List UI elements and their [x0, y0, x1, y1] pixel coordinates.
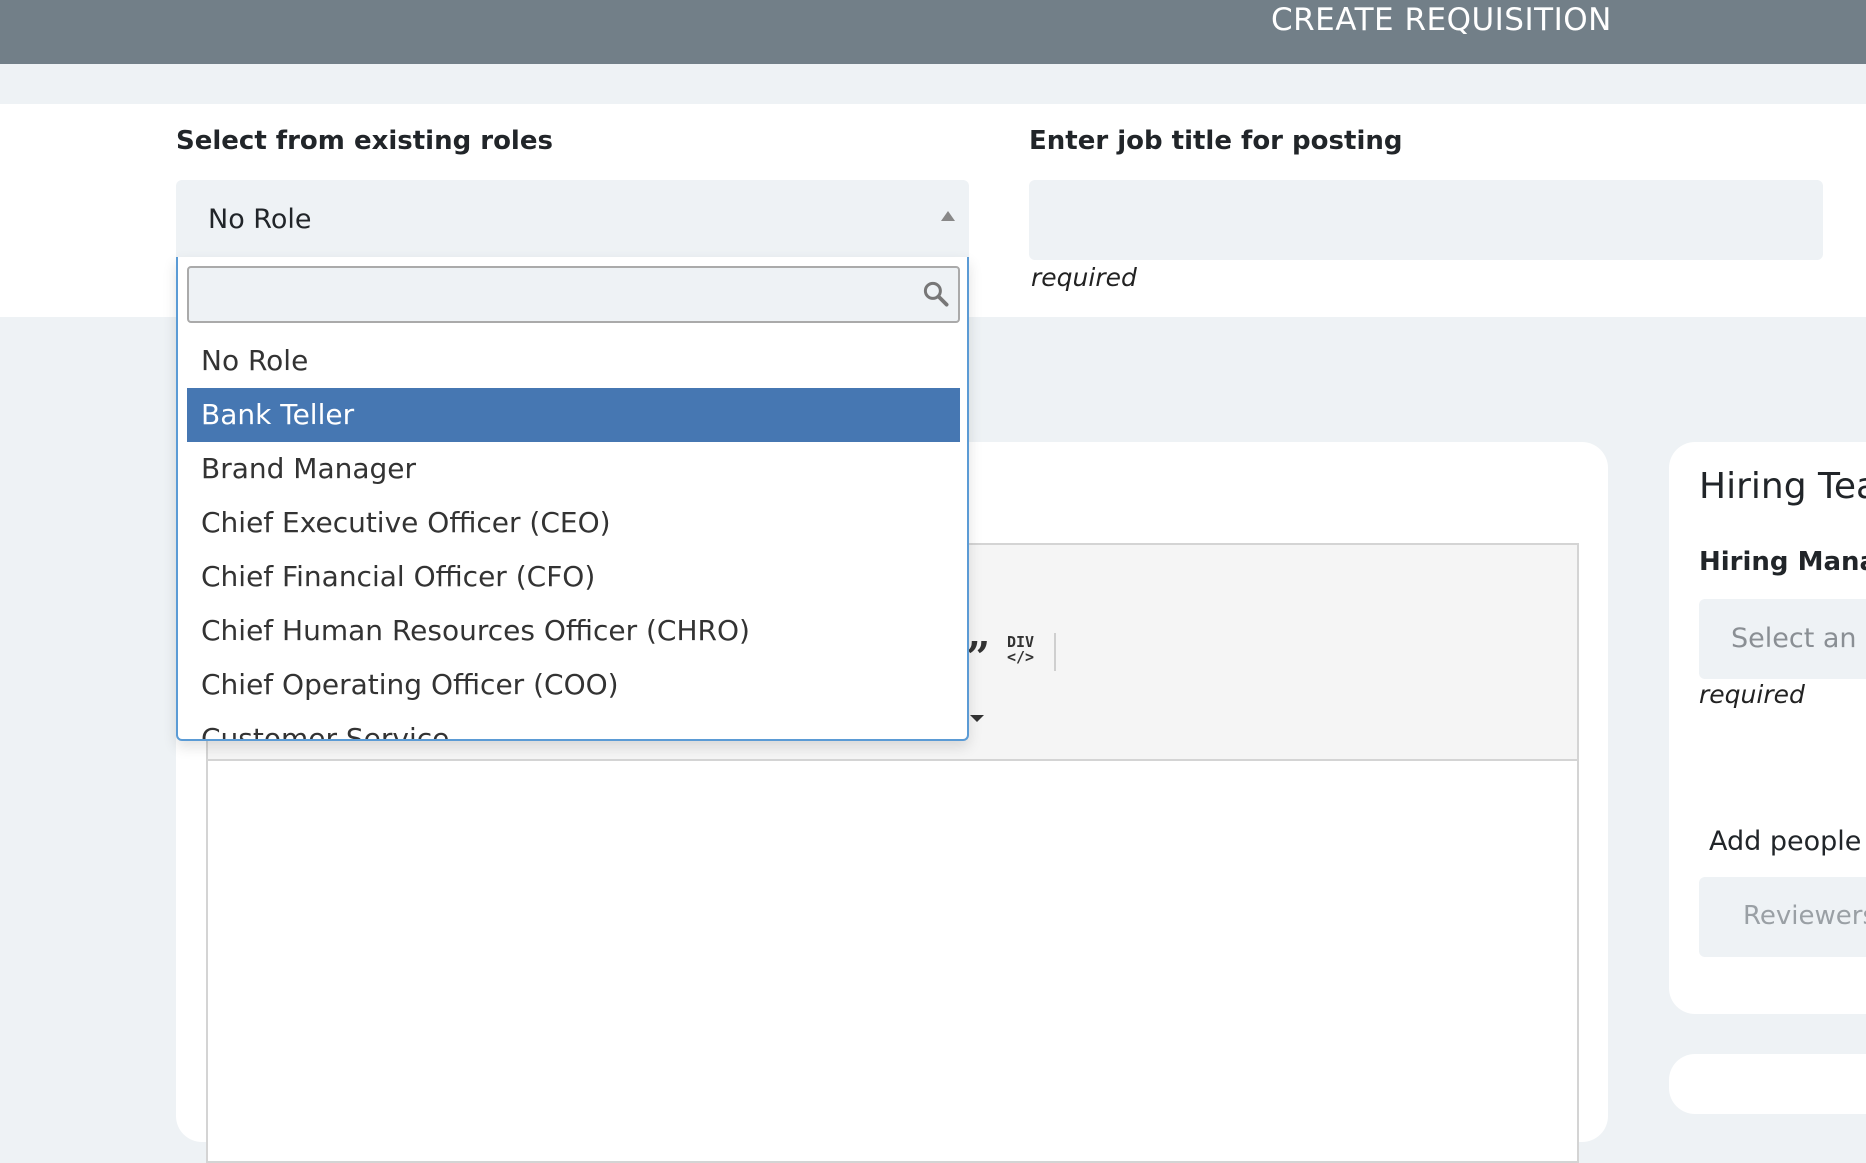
- create-requisition-title: CREATE REQUISITION: [1271, 2, 1612, 38]
- role-option[interactable]: Chief Executive Officer (CEO): [187, 496, 960, 550]
- secondary-card: [1669, 1054, 1866, 1114]
- role-dropdown-menu: No Role Bank Teller Brand Manager Chief Exe…: [176, 257, 969, 741]
- role-option[interactable]: Chief Human Resources Officer (CHRO): [187, 604, 960, 658]
- source-code-icon-bottom: </>: [1007, 648, 1035, 666]
- add-people-text: Add people v: [1709, 826, 1866, 857]
- job-title-required-hint: required: [1031, 263, 1137, 292]
- search-icon: [923, 281, 949, 307]
- hiring-manager-required-hint: required: [1699, 680, 1805, 709]
- reviewers-select[interactable]: Reviewers: [1699, 877, 1866, 957]
- caret-up-icon: [941, 211, 955, 221]
- reviewers-placeholder: Reviewers: [1743, 901, 1866, 931]
- role-option[interactable]: Brand Manager: [187, 442, 960, 496]
- existing-roles-label: Select from existing roles: [176, 126, 553, 156]
- existing-roles-select[interactable]: No Role: [176, 180, 969, 258]
- chevron-down-icon[interactable]: [970, 715, 984, 722]
- hiring-manager-placeholder: Select an o: [1731, 623, 1866, 654]
- quote-icon[interactable]: ”: [966, 633, 990, 682]
- selected-role-value: No Role: [208, 204, 312, 235]
- job-title-label: Enter job title for posting: [1029, 126, 1403, 156]
- role-option[interactable]: Chief Financial Officer (CFO): [187, 550, 960, 604]
- hiring-manager-select[interactable]: Select an o: [1699, 599, 1866, 679]
- role-option[interactable]: Customer Service: [187, 712, 960, 739]
- top-header-bar: CREATE REQUISITION: [0, 0, 1866, 64]
- role-option[interactable]: Bank Teller: [187, 388, 960, 442]
- role-search-input[interactable]: [187, 266, 960, 323]
- job-title-input[interactable]: [1029, 180, 1823, 260]
- role-options-list: No Role Bank Teller Brand Manager Chief Exe…: [187, 334, 960, 739]
- role-option[interactable]: Chief Operating Officer (COO): [187, 658, 960, 712]
- source-code-icon[interactable]: DIV </>: [1007, 635, 1034, 665]
- hiring-team-title: Hiring Tea: [1699, 466, 1866, 507]
- toolbar-separator: [1054, 633, 1056, 671]
- hiring-manager-label: Hiring Manag: [1699, 547, 1866, 577]
- role-option[interactable]: No Role: [187, 334, 960, 388]
